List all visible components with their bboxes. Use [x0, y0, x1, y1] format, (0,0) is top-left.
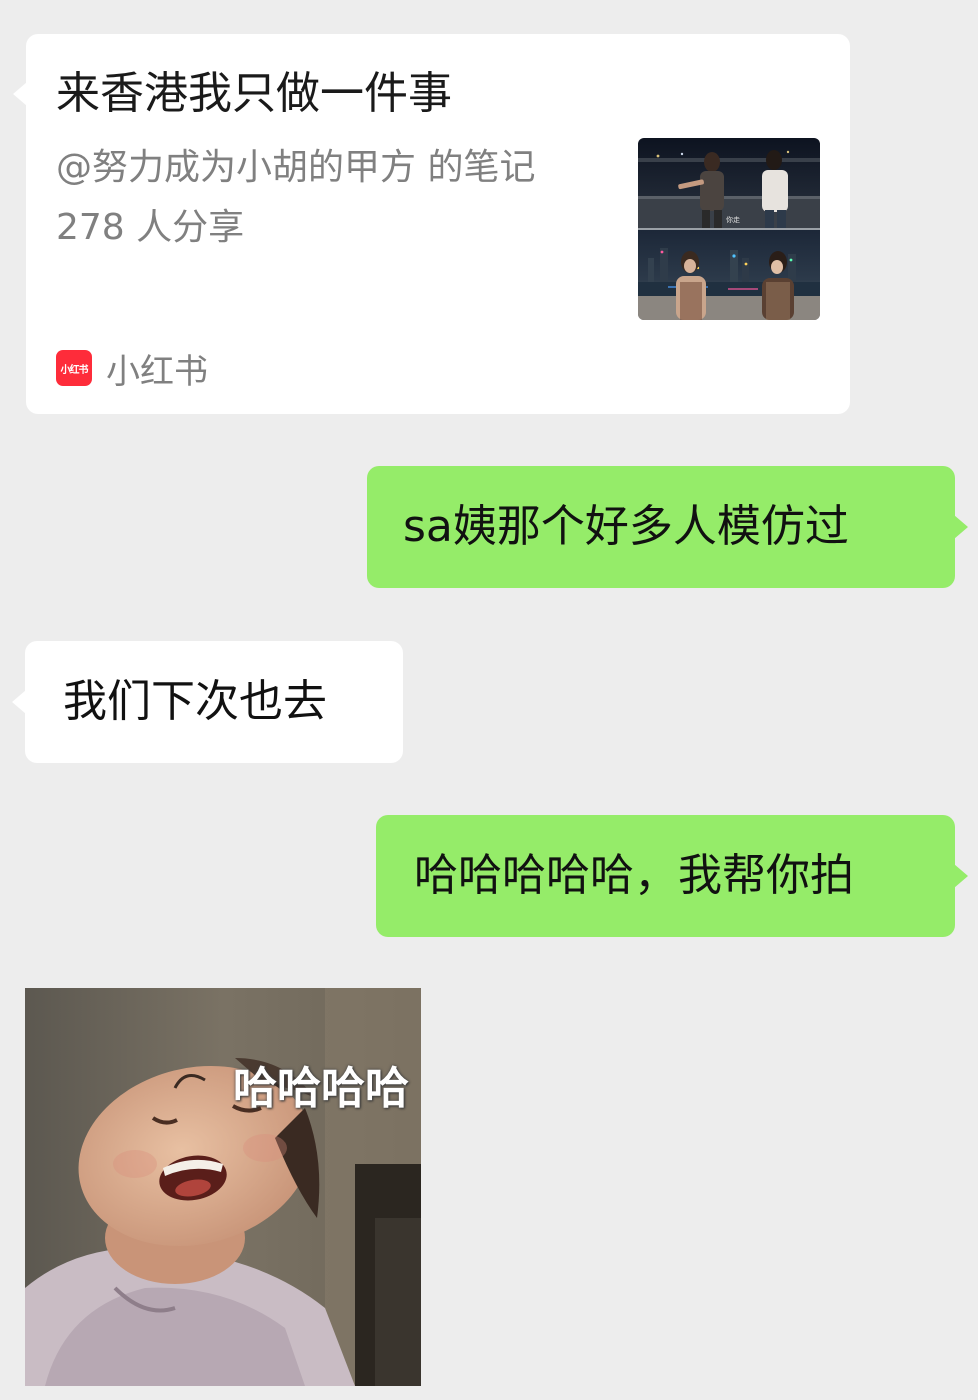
card-thumbnail: 你走	[638, 138, 820, 320]
xiaohongshu-logo-icon: 小红书	[56, 350, 92, 386]
message-bubble-outgoing[interactable]: sa姨那个好多人模仿过	[367, 466, 968, 588]
laughing-child-sticker	[25, 988, 421, 1386]
card-description: @努力成为小胡的甲方 的笔记 278 人分享	[56, 138, 626, 258]
thumbnail-image: 你走	[638, 138, 820, 320]
bubble-tail	[954, 864, 968, 888]
message-bubble-outgoing[interactable]: 哈哈哈哈哈，我帮你拍	[376, 815, 968, 937]
shared-link-card[interactable]: 来香港我只做一件事 @努力成为小胡的甲方 的笔记 278 人分享 你走 小红书 …	[13, 34, 850, 414]
card-author-line: @努力成为小胡的甲方 的笔记	[56, 147, 536, 188]
sticker-image[interactable]: 哈哈哈哈	[25, 988, 421, 1386]
card-source: 小红书 小红书	[56, 346, 208, 392]
thumbnail-caption: 你走	[726, 215, 740, 224]
bubble-tail	[13, 82, 27, 106]
message-text: sa姨那个好多人模仿过	[403, 501, 849, 552]
message-text: 我们下次也去	[63, 676, 327, 727]
sticker-caption: 哈哈哈哈	[233, 1063, 409, 1114]
message-text: 哈哈哈哈哈，我帮你拍	[414, 850, 854, 901]
message-bubble-incoming[interactable]: 我们下次也去	[12, 641, 403, 763]
source-app-name: 小红书	[106, 351, 208, 392]
bubble-tail	[12, 690, 26, 714]
card-share-count: 278 人分享	[56, 207, 245, 248]
card-title: 来香港我只做一件事	[56, 68, 452, 119]
bubble-tail	[954, 515, 968, 539]
